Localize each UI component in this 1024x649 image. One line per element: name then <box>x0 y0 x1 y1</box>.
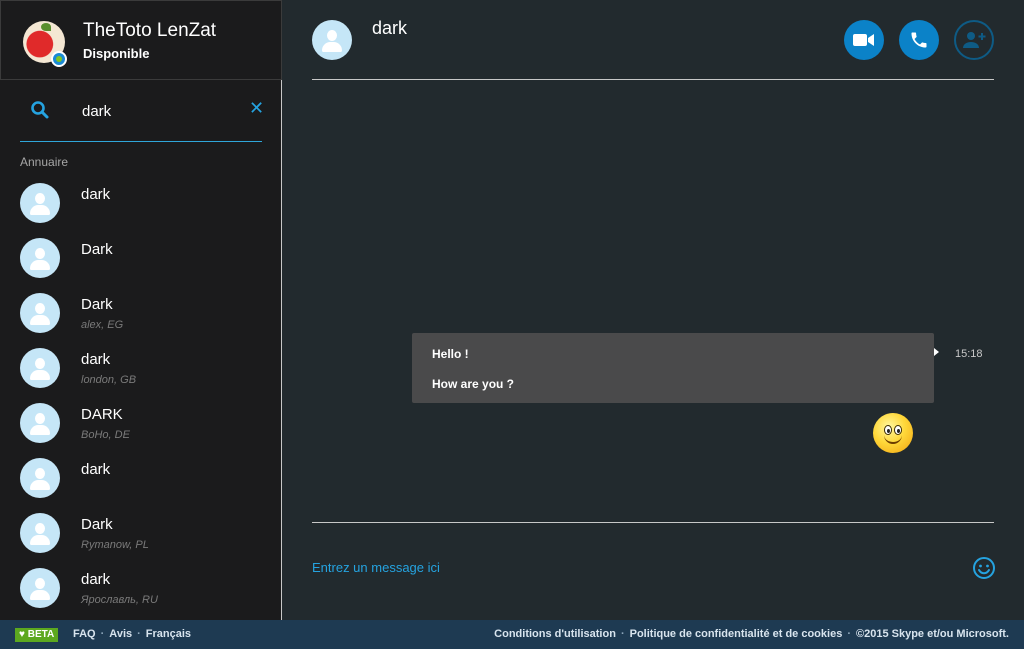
separator: · <box>620 628 625 640</box>
add-contact-icon <box>963 32 986 48</box>
list-item[interactable]: dark <box>0 455 282 510</box>
presence-indicator <box>51 51 67 67</box>
contact-name: Dark <box>81 241 113 258</box>
contact-name: Dark <box>81 516 113 533</box>
avatar-head <box>35 413 45 424</box>
avatar <box>20 568 60 608</box>
sidebar: TheToto LenZat Disponible ✕ Annuaire dar… <box>0 0 282 620</box>
avatar-body <box>30 315 50 325</box>
footer-right-links: Conditions d'utilisation · Politique de co… <box>494 628 1009 640</box>
list-item[interactable]: DARK BoHo, DE <box>0 400 282 455</box>
compose-area <box>312 522 996 620</box>
message-bubble[interactable]: Hello ! How are you ? <box>412 333 939 403</box>
profile-header[interactable]: TheToto LenZat Disponible <box>0 0 282 80</box>
emoticon-mouth <box>884 435 902 444</box>
chat-header: dark <box>312 0 994 80</box>
smiley-emoticon-icon[interactable] <box>873 413 913 453</box>
contact-location: Rymanow, PL <box>81 539 149 551</box>
avatar-body <box>30 370 50 380</box>
avatar-body <box>30 205 50 215</box>
message-text: Hello ! <box>432 347 469 361</box>
search-icon[interactable] <box>30 100 50 120</box>
avatar <box>20 293 60 333</box>
avatar-head <box>35 523 45 534</box>
list-item[interactable]: dark london, GB <box>0 345 282 400</box>
contact-name: dark <box>81 351 111 368</box>
avatar <box>20 513 60 553</box>
message-input[interactable] <box>312 556 912 578</box>
contact-name: dark <box>81 571 111 588</box>
list-item[interactable]: Dark Rymanow, PL <box>0 510 282 565</box>
avatar-head <box>35 193 45 204</box>
contact-location: BoHo, DE <box>81 429 130 441</box>
video-call-button[interactable] <box>844 20 884 60</box>
avatar-leaf-decoration <box>41 23 51 31</box>
beta-label: BETA <box>27 629 55 640</box>
footer-link-terms[interactable]: Conditions d'utilisation <box>494 628 616 640</box>
contact-location: london, GB <box>81 374 137 386</box>
profile-name: TheToto LenZat <box>83 20 217 41</box>
avatar[interactable] <box>312 20 352 60</box>
avatar-body <box>30 590 50 600</box>
footer-link-feedback[interactable]: Avis <box>109 628 132 640</box>
avatar-body <box>30 480 50 490</box>
voice-call-button[interactable] <box>899 20 939 60</box>
avatar-head <box>35 468 45 479</box>
contact-location: Ярославль, RU <box>81 594 158 606</box>
avatar-head <box>35 303 45 314</box>
avatar-body <box>30 260 50 270</box>
list-item[interactable]: Dark alex, EG <box>0 290 282 345</box>
separator: · <box>100 628 105 640</box>
message-timestamp: 15:18 <box>955 348 983 360</box>
emoticon-eye <box>894 425 902 435</box>
avatar-body <box>30 425 50 435</box>
separator: · <box>137 628 141 640</box>
search-input[interactable] <box>82 100 232 122</box>
avatar-body <box>30 535 50 545</box>
footer-link-language[interactable]: Français <box>146 628 191 640</box>
avatar-head <box>35 358 45 369</box>
contact-name: dark <box>81 186 111 203</box>
avatar-head <box>35 248 45 259</box>
smiley-icon[interactable] <box>972 556 996 580</box>
footer: ♥ BETA FAQ · Avis · Français Conditions d'ut… <box>0 620 1024 649</box>
avatar <box>20 238 60 278</box>
close-icon[interactable]: ✕ <box>249 98 264 119</box>
video-camera-icon <box>853 34 874 46</box>
contact-name: Dark <box>81 296 113 313</box>
avatar-head <box>327 30 337 41</box>
avatar <box>20 458 60 498</box>
profile-status[interactable]: Disponible <box>83 46 149 61</box>
message-text: How are you ? <box>432 377 515 391</box>
avatar <box>20 183 60 223</box>
footer-left-links: FAQ · Avis · Français <box>73 628 191 640</box>
phone-icon <box>911 32 927 48</box>
list-item[interactable]: Dark <box>0 235 282 290</box>
avatar <box>20 348 60 388</box>
directory-label: Annuaire <box>20 155 69 169</box>
avatar <box>20 403 60 443</box>
list-item[interactable]: dark <box>0 180 282 235</box>
footer-link-privacy[interactable]: Politique de confidentialité et de cooki… <box>630 628 843 640</box>
chat-title[interactable]: dark <box>372 18 407 39</box>
list-item[interactable]: dark Ярославль, RU <box>0 565 282 620</box>
contact-name: DARK <box>81 406 123 423</box>
emoticon-eye <box>884 425 892 435</box>
search-bar: ✕ <box>20 92 264 142</box>
beta-badge[interactable]: ♥ BETA <box>15 628 59 642</box>
footer-link-faq[interactable]: FAQ <box>73 628 96 640</box>
avatar-head <box>35 578 45 589</box>
contact-location: alex, EG <box>81 319 124 331</box>
add-contact-button[interactable] <box>954 20 994 60</box>
contact-name: dark <box>81 461 111 478</box>
separator: · <box>847 628 851 640</box>
footer-link-copyright[interactable]: ©2015 Skype et/ou Microsoft. <box>856 628 1009 640</box>
avatar-body <box>322 42 342 52</box>
contact-list: dark Dark Dark alex, EG dark london, GB … <box>0 180 282 620</box>
